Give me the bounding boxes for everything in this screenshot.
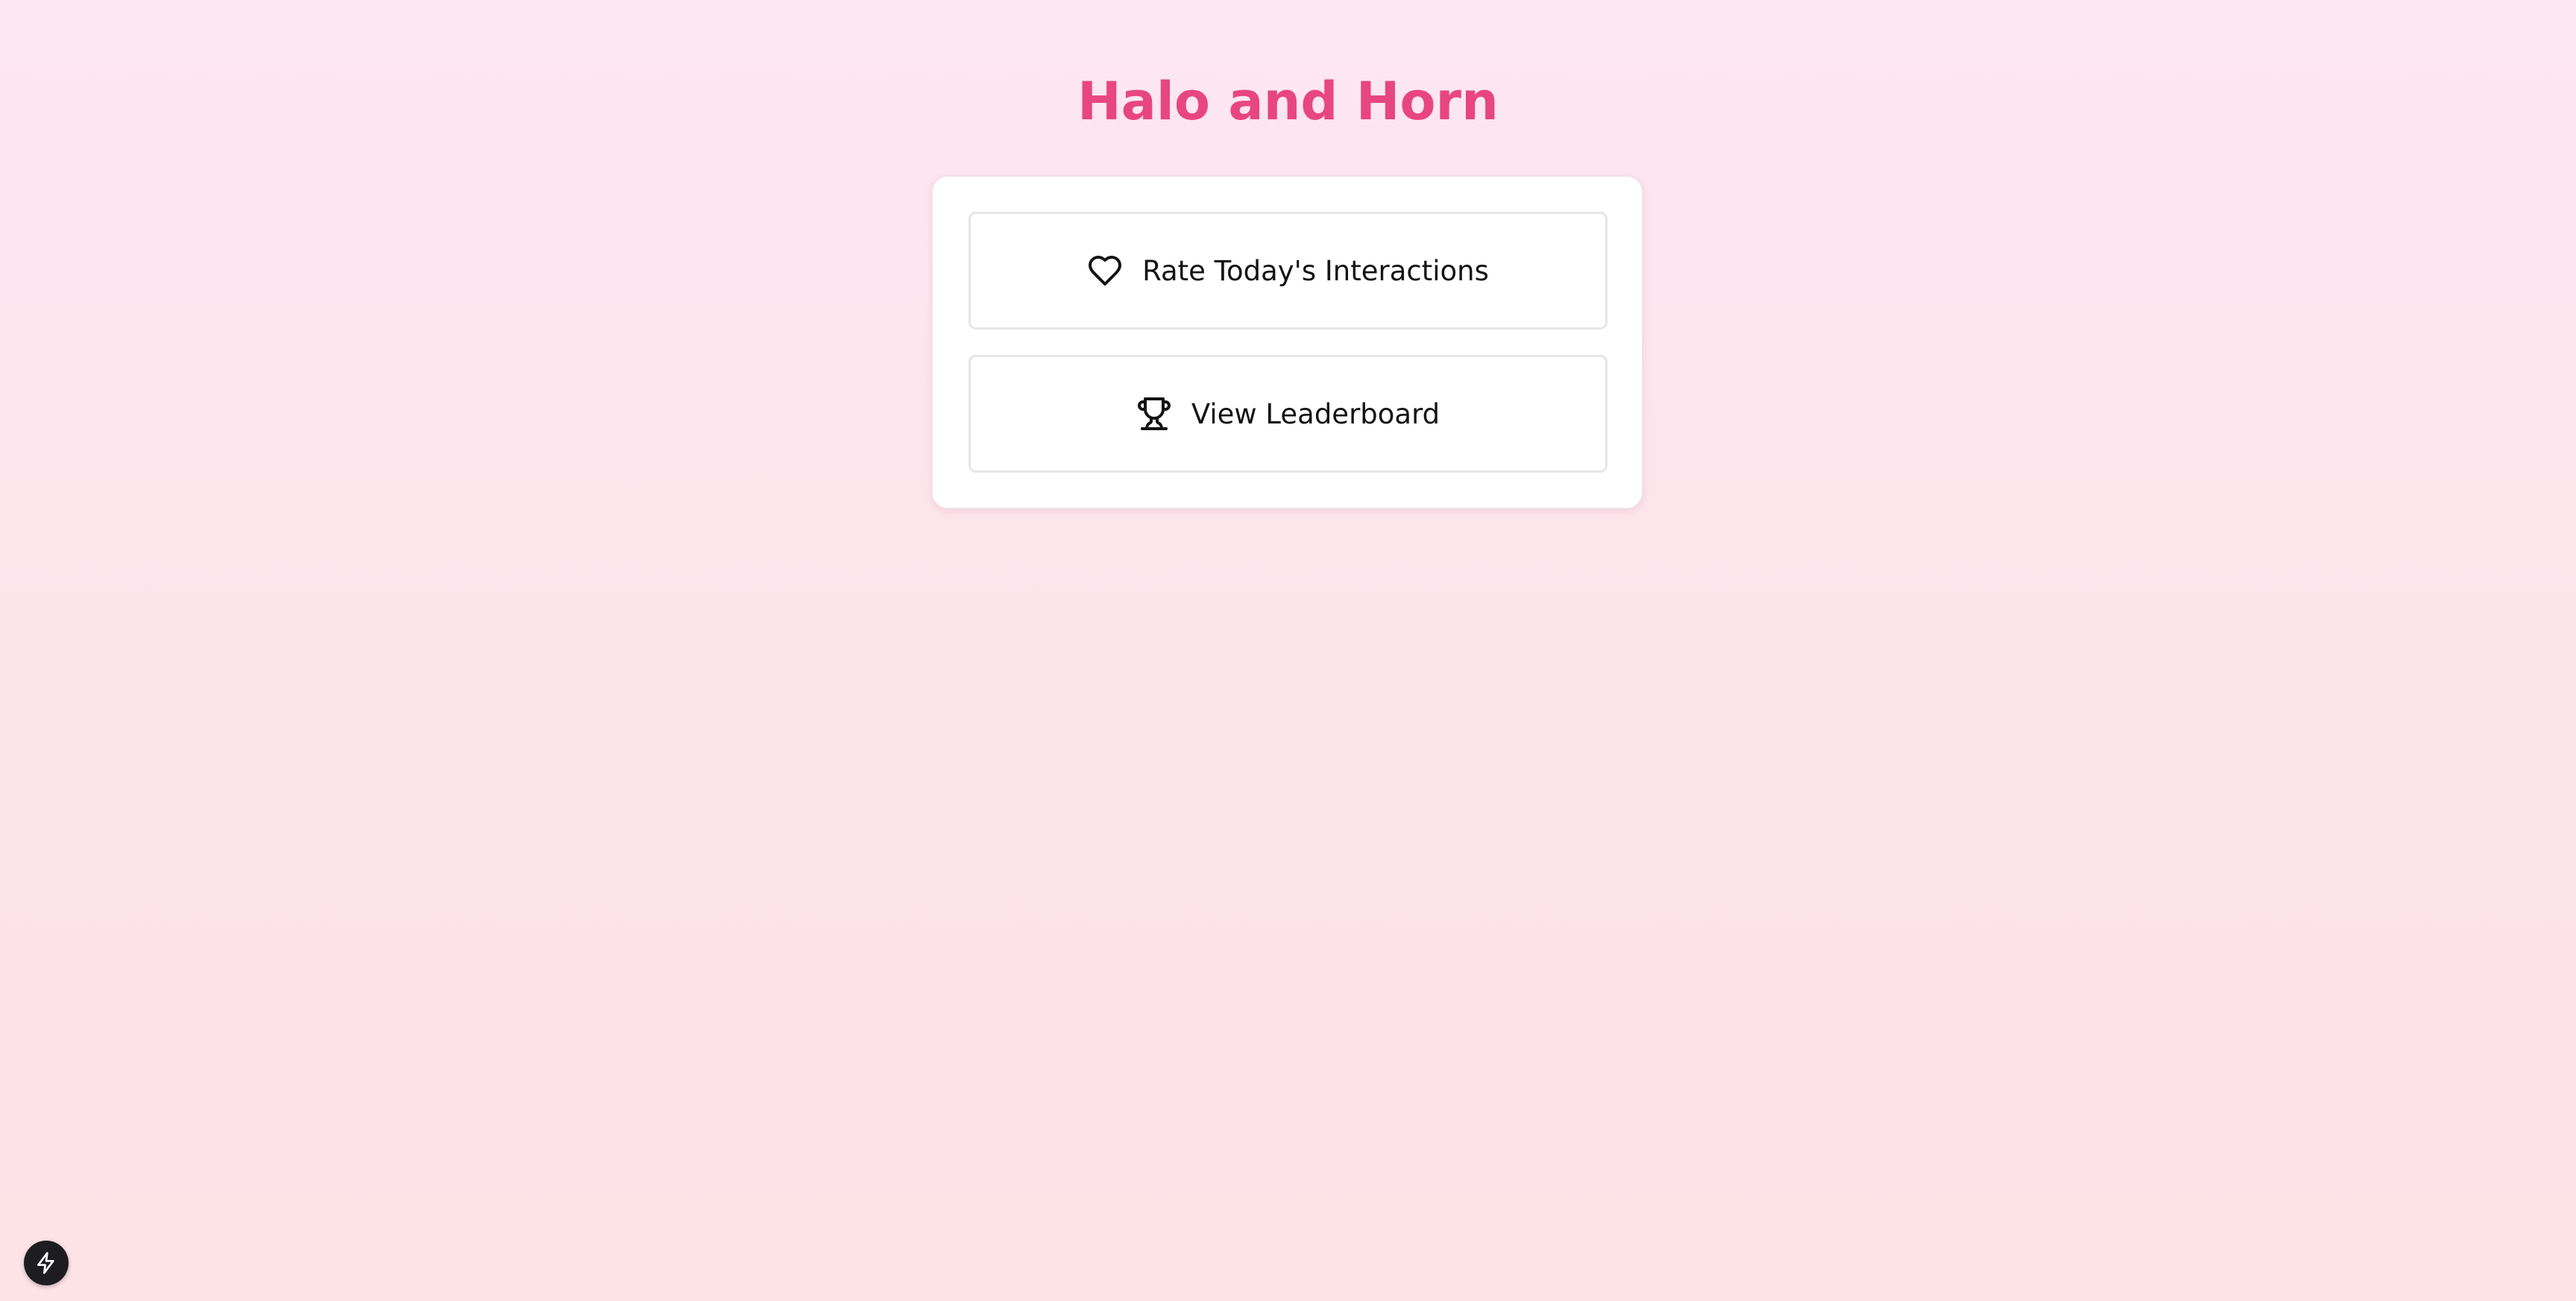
heart-icon <box>1087 253 1123 289</box>
lightning-icon <box>34 1251 58 1275</box>
trophy-icon <box>1136 396 1172 432</box>
rate-interactions-button[interactable]: Rate Today's Interactions <box>969 212 1607 330</box>
dev-tools-badge[interactable] <box>24 1241 69 1285</box>
rate-interactions-label: Rate Today's Interactions <box>1142 254 1489 287</box>
view-leaderboard-label: View Leaderboard <box>1191 397 1440 430</box>
view-leaderboard-button[interactable]: View Leaderboard <box>969 355 1607 473</box>
page-title: Halo and Horn <box>1077 71 1499 132</box>
menu-card: Rate Today's Interactions View Leaderboa… <box>931 175 1643 509</box>
